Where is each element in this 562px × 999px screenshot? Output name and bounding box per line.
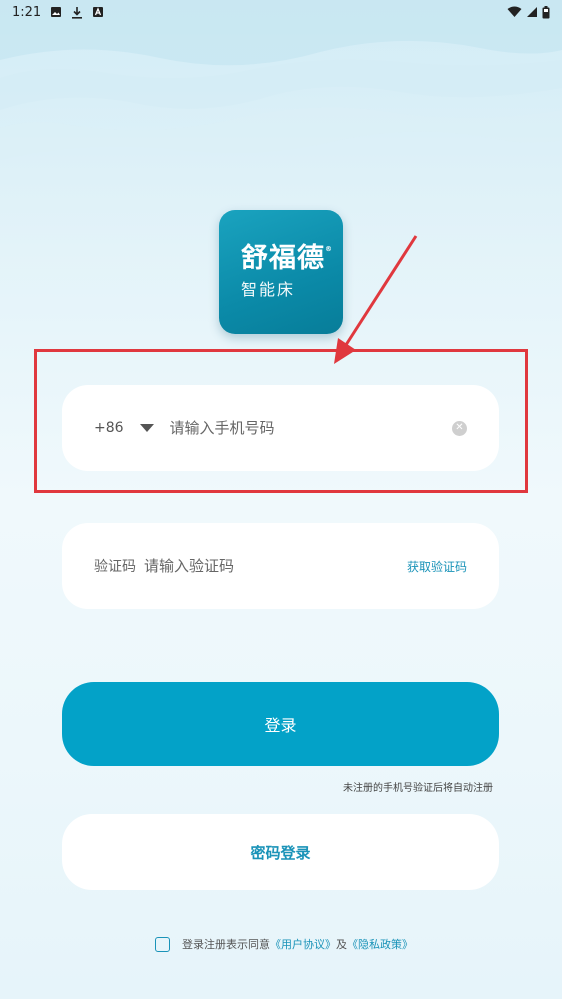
image-icon: [51, 7, 62, 17]
agreement-row: 登录注册表示同意 《用户协议》 及 《隐私政策》: [155, 936, 413, 952]
signal-icon: [527, 7, 537, 17]
privacy-policy-link[interactable]: 《隐私政策》: [347, 936, 413, 952]
registered-mark: ®: [325, 244, 333, 253]
status-bar: 1:21: [0, 0, 562, 24]
logo-brand-name: 舒福德 ®: [241, 242, 332, 274]
code-input[interactable]: [144, 557, 397, 575]
auto-register-note: 未注册的手机号验证后将自动注册: [343, 783, 493, 794]
logo-subtitle: 智能床: [241, 280, 296, 300]
password-login-button[interactable]: 密码登录: [62, 814, 499, 890]
download-icon: [72, 6, 83, 19]
app-logo: 舒福德 ® 智能床: [219, 210, 343, 334]
get-code-button[interactable]: 获取验证码: [407, 558, 467, 575]
wifi-icon: [507, 6, 522, 17]
agreement-prefix: 登录注册表示同意: [182, 938, 270, 951]
phone-field[interactable]: +86 ✕: [62, 385, 499, 471]
cloud-background: [0, 0, 562, 160]
phone-input[interactable]: [169, 419, 442, 437]
agreement-and: 及: [336, 938, 347, 951]
code-label: 验证码: [94, 559, 136, 575]
logo-main-text: 舒福德: [241, 242, 325, 274]
user-agreement-link[interactable]: 《用户协议》: [270, 936, 336, 952]
country-code[interactable]: +86: [94, 420, 124, 436]
clear-icon[interactable]: ✕: [452, 420, 467, 436]
verification-code-field[interactable]: 验证码 获取验证码: [62, 523, 499, 609]
agreement-checkbox[interactable]: [155, 936, 170, 952]
status-time: 1:21: [12, 4, 42, 20]
chevron-down-icon[interactable]: [139, 424, 154, 432]
login-button[interactable]: 登录: [62, 682, 499, 766]
font-a-icon: [93, 7, 104, 17]
battery-icon: [542, 5, 550, 18]
